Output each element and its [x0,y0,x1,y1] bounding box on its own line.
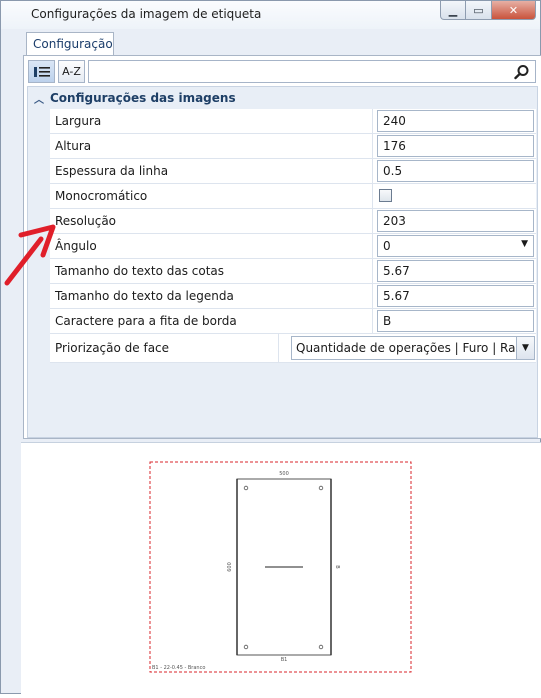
maximize-button[interactable]: ▭ [466,1,492,20]
property-row-priorizacao: Priorização de face Quantidade de operaç… [50,334,536,363]
property-search [88,60,536,83]
property-label: Espessura da linha [55,164,169,178]
category-header[interactable]: ︿ Configurações das imagens [28,87,537,109]
left-dimension-label: 600 [227,562,233,572]
right-edge-label: B [334,565,340,569]
property-label: Largura [55,114,102,128]
property-label: Resolução [55,214,117,228]
sort-alpha-label: A-Z [62,65,81,78]
preview-caption: B1 - 22-0.45 - Branco [152,665,205,671]
property-label: Tamanho do texto da legenda [55,289,234,303]
column-divider [372,184,373,209]
title-bar[interactable]: Configurações da imagem de etiqueta ▁ ▭ … [1,1,540,29]
property-label: Ângulo [55,239,97,253]
configuration-panel: A-Z ︿ Configurações das imagens Largura … [23,55,541,439]
categorized-view-button[interactable] [28,60,55,83]
close-button[interactable]: ✕ [492,1,536,20]
alphabetical-sort-button[interactable]: A-Z [58,60,85,83]
column-divider [372,209,373,234]
column-divider [372,309,373,334]
column-divider [372,259,373,284]
column-divider [278,334,279,363]
resolucao-field[interactable]: 203 [377,210,534,232]
label-preview-image: 500 600 B B1 B1 - 22-0.45 - Branco [149,461,412,673]
angulo-value: 0 [383,239,391,253]
maximize-icon: ▭ [473,3,484,17]
property-row-largura: Largura 240 [50,109,536,134]
column-divider [372,109,373,134]
red-annotation-arrow [4,224,56,286]
property-row-altura: Altura 176 [50,134,536,159]
fita-borda-field[interactable]: B [377,310,534,332]
priorizacao-select[interactable]: Quantidade de operações | Furo | Rasgo ▼ [291,336,535,360]
espessura-field[interactable]: 0.5 [377,160,534,182]
property-row-texto-cotas: Tamanho do texto das cotas 5.67 [50,259,536,284]
texto-legenda-field[interactable]: 5.67 [377,285,534,307]
column-divider [372,234,373,259]
close-icon: ✕ [508,3,519,17]
angulo-select[interactable]: 0 ▼ [377,235,534,257]
column-divider [372,134,373,159]
window-title: Configurações da imagem de etiqueta [31,7,262,21]
property-label: Caractere para a fita de borda [55,314,237,328]
property-label: Tamanho do texto das cotas [55,264,225,278]
property-toolbar: A-Z [28,59,536,84]
priorizacao-value: Quantidade de operações | Furo | Rasgo [296,341,535,355]
label-image-settings-window: Configurações da imagem de etiqueta ▁ ▭ … [0,0,541,694]
categorized-list-icon [33,66,50,77]
property-row-texto-legenda: Tamanho do texto da legenda 5.67 [50,284,536,309]
property-row-espessura: Espessura da linha 0.5 [50,159,536,184]
altura-field[interactable]: 176 [377,135,534,157]
minimize-icon: ▁ [448,3,458,17]
search-icon[interactable] [514,64,530,80]
top-dimension-label: 500 [279,471,289,477]
column-divider [372,284,373,309]
property-label: Altura [55,139,92,153]
monocromatico-checkbox[interactable] [379,189,392,202]
tab-label: Configuração [33,37,113,51]
tab-configuracao[interactable]: Configuração [26,32,114,56]
bottom-edge-label: B1 [281,657,288,663]
property-label: Monocromático [55,189,148,203]
label-preview-area: 500 600 B B1 B1 - 22-0.45 - Branco [21,442,541,694]
window-controls: ▁ ▭ ✕ [440,1,536,21]
property-rows: Largura 240 Altura 176 Espessura da linh… [50,109,536,363]
search-input[interactable] [89,61,535,82]
column-divider [372,159,373,184]
chevron-up-icon[interactable]: ︿ [28,91,50,106]
property-row-angulo: Ângulo 0 ▼ [50,234,536,259]
property-row-resolucao: Resolução 203 [50,209,536,234]
property-label: Priorização de face [55,341,170,355]
property-grid: ︿ Configurações das imagens Largura 240 … [27,86,538,438]
chevron-down-icon[interactable]: ▼ [516,337,534,359]
category-label: Configurações das imagens [50,91,236,105]
largura-field[interactable]: 240 [377,110,534,132]
chevron-down-icon[interactable]: ▼ [521,239,528,249]
property-row-fita-borda: Caractere para a fita de borda B [50,309,536,334]
minimize-button[interactable]: ▁ [440,1,466,20]
texto-cotas-field[interactable]: 5.67 [377,260,534,282]
property-row-monocromatico: Monocromático [50,184,536,209]
